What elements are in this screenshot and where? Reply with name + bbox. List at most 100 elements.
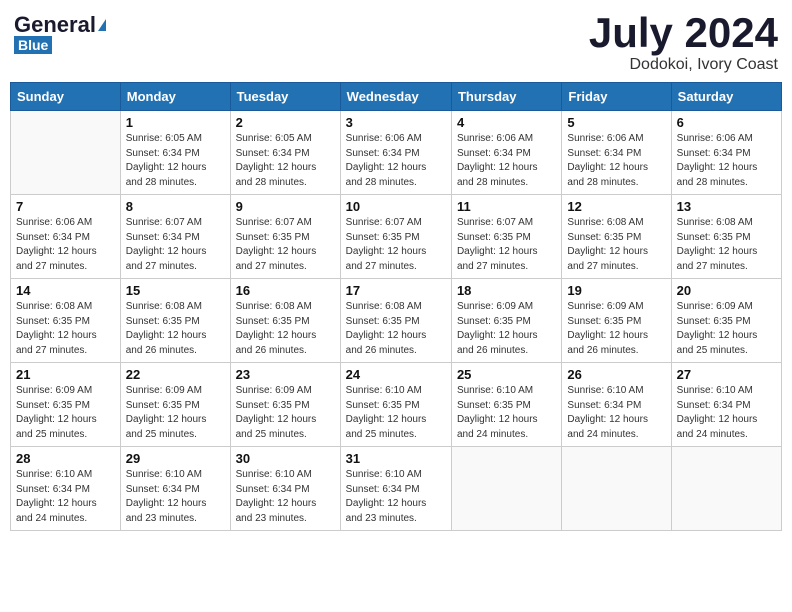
day-number: 10 [346, 199, 446, 214]
day-number: 16 [236, 283, 335, 298]
calendar-cell: 20 Sunrise: 6:09 AM Sunset: 6:35 PM Dayli… [671, 279, 781, 363]
calendar-cell: 8Sunrise: 6:07 AM Sunset: 6:34 PM Daylig… [120, 195, 230, 279]
day-info: Sunrise: 6:09 AM Sunset: 6:35 PM Dayligh… [126, 384, 225, 442]
day-number: 12 [567, 199, 665, 214]
day-info: Sunrise: 6:10 AM Sunset: 6:34 PM Dayligh… [567, 384, 665, 442]
day-info: Sunrise: 6:08 AM Sunset: 6:35 PM Dayligh… [677, 216, 776, 274]
calendar-cell [671, 447, 781, 531]
day-number: 9 [236, 199, 335, 214]
calendar-week-2: 7 Sunrise: 6:06 AM Sunset: 6:34 PM Daylig… [11, 195, 782, 279]
day-info: Sunrise: 6:09 AM Sunset: 6:35 PM Dayligh… [677, 300, 776, 358]
day-info: Sunrise: 6:06 AM Sunset: 6:34 PM Dayligh… [16, 216, 115, 274]
day-number: 23 [236, 367, 335, 382]
month-title: July 2024 [589, 10, 778, 56]
calendar-cell: 15 Sunrise: 6:08 AM Sunset: 6:35 PM Dayli… [120, 279, 230, 363]
day-info: Sunrise: 6:06 AM Sunset: 6:34 PM Dayligh… [677, 132, 776, 190]
day-info: Sunrise: 6:08 AM Sunset: 6:35 PM Dayligh… [236, 300, 335, 358]
day-number: 7 [16, 199, 115, 214]
calendar-cell: 30Sunrise: 6:10 AM Sunset: 6:34 PM Dayli… [230, 447, 340, 531]
calendar-cell: 11 Sunrise: 6:07 AM Sunset: 6:35 PM Dayli… [451, 195, 561, 279]
weekday-header-friday: Friday [562, 83, 671, 111]
day-info: Sunrise: 6:10 AM Sunset: 6:35 PM Dayligh… [457, 384, 556, 442]
day-info: Sunrise: 6:08 AM Sunset: 6:35 PM Dayligh… [126, 300, 225, 358]
calendar-header-row: SundayMondayTuesdayWednesdayThursdayFrid… [11, 83, 782, 111]
calendar-cell: 7 Sunrise: 6:06 AM Sunset: 6:34 PM Daylig… [11, 195, 121, 279]
day-number: 29 [126, 451, 225, 466]
day-info: Sunrise: 6:07 AM Sunset: 6:35 PM Dayligh… [346, 216, 446, 274]
calendar-cell: 24 Sunrise: 6:10 AM Sunset: 6:35 PM Dayli… [340, 363, 451, 447]
weekday-header-wednesday: Wednesday [340, 83, 451, 111]
day-number: 11 [457, 199, 556, 214]
calendar-cell: 25 Sunrise: 6:10 AM Sunset: 6:35 PM Dayli… [451, 363, 561, 447]
calendar-cell: 1 Sunrise: 6:05 AM Sunset: 6:34 PM Daylig… [120, 111, 230, 195]
day-number: 3 [346, 115, 446, 130]
weekday-header-thursday: Thursday [451, 83, 561, 111]
day-number: 25 [457, 367, 556, 382]
day-number: 21 [16, 367, 115, 382]
day-info: Sunrise: 6:05 AM Sunset: 6:34 PM Dayligh… [236, 132, 335, 190]
day-info: Sunrise: 6:08 AM Sunset: 6:35 PM Dayligh… [16, 300, 115, 358]
weekday-header-saturday: Saturday [671, 83, 781, 111]
day-number: 13 [677, 199, 776, 214]
day-info: Sunrise: 6:09 AM Sunset: 6:35 PM Dayligh… [567, 300, 665, 358]
calendar-body: 1 Sunrise: 6:05 AM Sunset: 6:34 PM Daylig… [11, 111, 782, 531]
calendar-week-3: 14Sunrise: 6:08 AM Sunset: 6:35 PM Dayli… [11, 279, 782, 363]
weekday-header-tuesday: Tuesday [230, 83, 340, 111]
logo-general: General [14, 14, 96, 36]
day-info: Sunrise: 6:10 AM Sunset: 6:35 PM Dayligh… [346, 384, 446, 442]
day-number: 20 [677, 283, 776, 298]
calendar-cell: 19 Sunrise: 6:09 AM Sunset: 6:35 PM Dayli… [562, 279, 671, 363]
day-number: 19 [567, 283, 665, 298]
calendar-cell: 10 Sunrise: 6:07 AM Sunset: 6:35 PM Dayli… [340, 195, 451, 279]
day-number: 1 [126, 115, 225, 130]
calendar-cell: 3Sunrise: 6:06 AM Sunset: 6:34 PM Daylig… [340, 111, 451, 195]
logo: General Blue [14, 14, 106, 54]
day-number: 18 [457, 283, 556, 298]
day-number: 27 [677, 367, 776, 382]
day-info: Sunrise: 6:05 AM Sunset: 6:34 PM Dayligh… [126, 132, 225, 190]
calendar-cell: 18Sunrise: 6:09 AM Sunset: 6:35 PM Dayli… [451, 279, 561, 363]
calendar-week-4: 21 Sunrise: 6:09 AM Sunset: 6:35 PM Dayli… [11, 363, 782, 447]
day-number: 15 [126, 283, 225, 298]
calendar-cell: 29Sunrise: 6:10 AM Sunset: 6:34 PM Dayli… [120, 447, 230, 531]
day-info: Sunrise: 6:09 AM Sunset: 6:35 PM Dayligh… [236, 384, 335, 442]
calendar-cell: 12 Sunrise: 6:08 AM Sunset: 6:35 PM Dayli… [562, 195, 671, 279]
logo-blue-text: Blue [14, 36, 52, 54]
day-number: 6 [677, 115, 776, 130]
calendar-cell [11, 111, 121, 195]
day-info: Sunrise: 6:08 AM Sunset: 6:35 PM Dayligh… [567, 216, 665, 274]
calendar-cell: 2Sunrise: 6:05 AM Sunset: 6:34 PM Daylig… [230, 111, 340, 195]
calendar-cell: 28Sunrise: 6:10 AM Sunset: 6:34 PM Dayli… [11, 447, 121, 531]
day-number: 22 [126, 367, 225, 382]
calendar-cell: 13 Sunrise: 6:08 AM Sunset: 6:35 PM Dayli… [671, 195, 781, 279]
day-info: Sunrise: 6:09 AM Sunset: 6:35 PM Dayligh… [16, 384, 115, 442]
calendar-cell: 22 Sunrise: 6:09 AM Sunset: 6:35 PM Dayli… [120, 363, 230, 447]
logo-icon [98, 19, 106, 31]
day-number: 4 [457, 115, 556, 130]
calendar-week-5: 28Sunrise: 6:10 AM Sunset: 6:34 PM Dayli… [11, 447, 782, 531]
calendar-cell: 27Sunrise: 6:10 AM Sunset: 6:34 PM Dayli… [671, 363, 781, 447]
day-info: Sunrise: 6:08 AM Sunset: 6:35 PM Dayligh… [346, 300, 446, 358]
calendar-cell: 14Sunrise: 6:08 AM Sunset: 6:35 PM Dayli… [11, 279, 121, 363]
calendar-cell: 21 Sunrise: 6:09 AM Sunset: 6:35 PM Dayli… [11, 363, 121, 447]
calendar-cell: 5Sunrise: 6:06 AM Sunset: 6:34 PM Daylig… [562, 111, 671, 195]
calendar-cell: 17 Sunrise: 6:08 AM Sunset: 6:35 PM Dayli… [340, 279, 451, 363]
calendar-cell: 16 Sunrise: 6:08 AM Sunset: 6:35 PM Dayli… [230, 279, 340, 363]
day-info: Sunrise: 6:10 AM Sunset: 6:34 PM Dayligh… [346, 468, 446, 526]
calendar-cell: 4 Sunrise: 6:06 AM Sunset: 6:34 PM Daylig… [451, 111, 561, 195]
day-info: Sunrise: 6:06 AM Sunset: 6:34 PM Dayligh… [457, 132, 556, 190]
day-number: 17 [346, 283, 446, 298]
day-number: 26 [567, 367, 665, 382]
weekday-header-sunday: Sunday [11, 83, 121, 111]
title-block: July 2024 Dodokoi, Ivory Coast [589, 10, 778, 74]
calendar-cell: 9 Sunrise: 6:07 AM Sunset: 6:35 PM Daylig… [230, 195, 340, 279]
calendar-cell [562, 447, 671, 531]
day-number: 24 [346, 367, 446, 382]
calendar-cell: 31Sunrise: 6:10 AM Sunset: 6:34 PM Dayli… [340, 447, 451, 531]
day-info: Sunrise: 6:07 AM Sunset: 6:35 PM Dayligh… [236, 216, 335, 274]
day-info: Sunrise: 6:07 AM Sunset: 6:34 PM Dayligh… [126, 216, 225, 274]
day-info: Sunrise: 6:06 AM Sunset: 6:34 PM Dayligh… [567, 132, 665, 190]
weekday-header-monday: Monday [120, 83, 230, 111]
calendar-table: SundayMondayTuesdayWednesdayThursdayFrid… [10, 82, 782, 531]
day-info: Sunrise: 6:07 AM Sunset: 6:35 PM Dayligh… [457, 216, 556, 274]
